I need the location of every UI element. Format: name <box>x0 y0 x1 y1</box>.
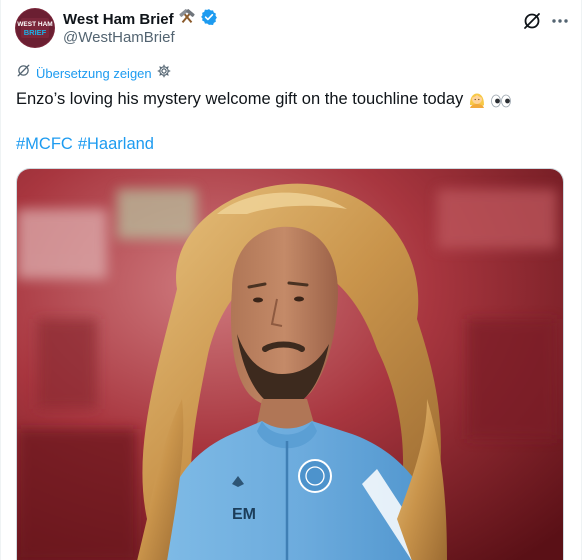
person-blond-hair-icon <box>467 89 487 109</box>
avatar-text-bottom: BRIEF <box>24 28 47 37</box>
settings-gear-icon[interactable] <box>157 64 171 83</box>
kit-initials: EM <box>232 506 256 523</box>
avatar[interactable]: WEST HAM BRIEF <box>15 8 55 48</box>
grok-icon[interactable] <box>519 8 545 34</box>
tweet-media-image[interactable]: EM <box>16 168 564 560</box>
eyes-icon <box>490 92 512 108</box>
tweet-text-line: Enzo’s loving his mystery welcome gift o… <box>16 88 512 110</box>
hashtag-mcfc[interactable]: #MCFC <box>16 135 73 153</box>
more-options-icon[interactable] <box>547 8 573 34</box>
hashtags: #MCFC #Haarland <box>16 133 154 155</box>
display-name[interactable]: West Ham Brief <box>63 11 174 28</box>
hashtag-haarland[interactable]: #Haarland <box>78 135 154 153</box>
hammers-icon <box>178 8 196 31</box>
club-crest <box>298 459 332 493</box>
author-handle[interactable]: @WestHamBrief <box>63 29 175 46</box>
verified-icon[interactable] <box>200 8 218 31</box>
translation-label[interactable]: Übersetzung zeigen <box>36 66 152 81</box>
grok-translate-icon <box>16 63 31 83</box>
show-translation-link[interactable]: Übersetzung zeigen <box>16 64 171 82</box>
author-name-row: West Ham Brief <box>63 8 218 31</box>
avatar-text-top: WEST HAM <box>17 21 52 28</box>
tweet-text: Enzo’s loving his mystery welcome gift o… <box>16 90 464 108</box>
tweet-card[interactable]: WEST HAM BRIEF West Ham Brief @WestHamBr… <box>0 0 582 560</box>
